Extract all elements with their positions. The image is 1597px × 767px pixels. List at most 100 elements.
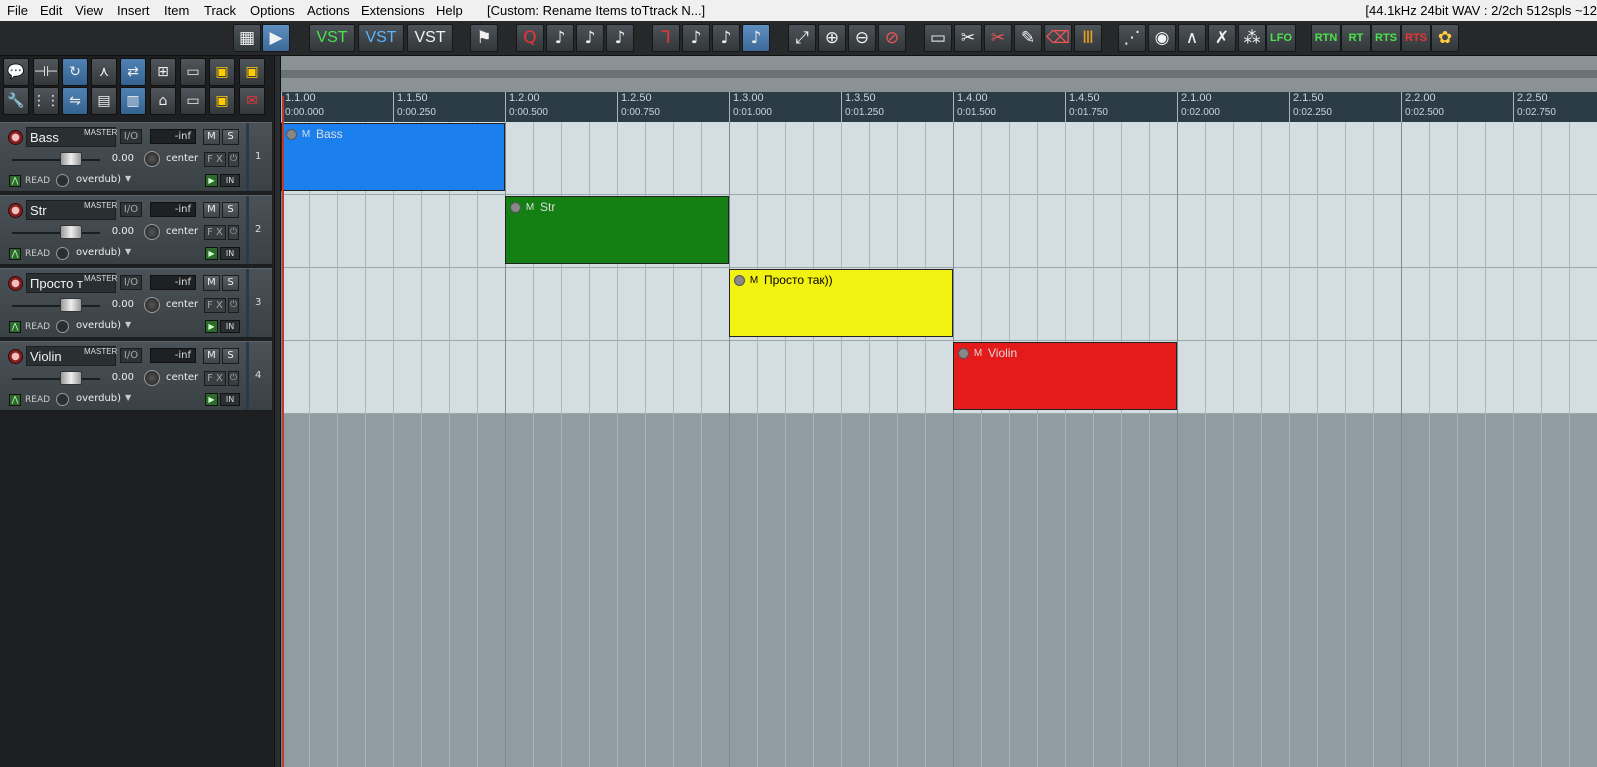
grid-icon[interactable]: ⋮⋮ <box>32 87 60 115</box>
item-mute[interactable]: M <box>524 202 536 214</box>
open-folder-icon[interactable]: ⌂ <box>150 87 176 115</box>
track-header[interactable]: ● Str MASTER I/O -inf M S 0.00 center F … <box>0 195 272 265</box>
track-lane[interactable] <box>281 341 1597 414</box>
media-item[interactable]: M Violin <box>953 342 1177 410</box>
save-close-icon[interactable]: ▣ <box>239 58 265 86</box>
fx-bypass-icon[interactable]: ⏻ <box>228 225 239 240</box>
monitor-icon[interactable] <box>56 247 69 260</box>
mute-button[interactable]: M <box>203 202 220 218</box>
io-button[interactable]: I/O <box>120 348 142 363</box>
fx-bypass-icon[interactable]: ⏻ <box>228 152 239 167</box>
media-item[interactable]: M Str <box>505 196 729 264</box>
note-icon[interactable]: ♪ <box>712 24 740 52</box>
record-arm-icon[interactable]: ● <box>8 130 23 145</box>
fx-button[interactable]: F X <box>204 298 226 313</box>
item-mute[interactable]: M <box>972 348 984 360</box>
zoom-in-icon[interactable]: ⊕ <box>818 24 846 52</box>
track-lane[interactable] <box>281 195 1597 268</box>
automation-mode[interactable]: READ <box>25 176 50 186</box>
menu-track[interactable]: Track <box>204 3 236 18</box>
envelope-icon[interactable]: ⋰ <box>1118 24 1146 52</box>
media-item[interactable]: M Просто так)) <box>729 269 953 337</box>
volume-fader-knob[interactable] <box>60 298 82 312</box>
comment-icon[interactable]: 💬 <box>3 58 29 86</box>
keyboard-icon[interactable]: ▥ <box>120 87 146 115</box>
run-icon[interactable]: ⚑ <box>470 24 498 52</box>
track-select-bar[interactable] <box>246 269 249 337</box>
mute-button[interactable]: M <box>203 275 220 291</box>
snap-icon[interactable]: ⇋ <box>62 87 88 115</box>
arrange-view[interactable]: 1.1.00 0:00.000 1.1.50 0:00.250 1.2.00 0:00.5… <box>281 56 1597 767</box>
glue-icon[interactable]: ▭ <box>924 24 952 52</box>
rtn-button[interactable]: RTN <box>1311 24 1341 52</box>
rts-red-button[interactable]: RTS <box>1401 24 1431 52</box>
input-play-icon[interactable]: ▶ <box>205 174 218 187</box>
input-label[interactable]: IN <box>220 247 240 260</box>
zoom-out-icon[interactable]: ⊖ <box>848 24 876 52</box>
save-icon[interactable]: ▣ <box>209 87 235 115</box>
render-icon[interactable]: ▶ <box>262 24 290 52</box>
menu-view[interactable]: View <box>75 3 103 18</box>
solo-button[interactable]: S <box>222 275 239 291</box>
rt-button[interactable]: RT <box>1341 24 1371 52</box>
record-arm-icon[interactable]: ● <box>8 276 23 291</box>
mixer-icon[interactable]: ⊞ <box>150 58 176 86</box>
track-header[interactable]: ● Просто т MASTER I/O -inf M S 0.00 cent… <box>0 268 272 338</box>
chevron-down-icon[interactable]: ▼ <box>125 247 131 256</box>
fx-button[interactable]: F X <box>204 371 226 386</box>
theme-palette-icon[interactable]: ✿ <box>1431 24 1459 52</box>
metronome-icon[interactable]: Ꞁ <box>652 24 680 52</box>
input-label[interactable]: IN <box>220 320 240 333</box>
vst-button-3[interactable]: VST <box>407 24 453 52</box>
note-icon[interactable]: ♪ <box>546 24 574 52</box>
solo-button[interactable]: S <box>222 348 239 364</box>
menu-item[interactable]: Item <box>164 3 189 18</box>
waveform-icon[interactable]: Ⅲ <box>1074 24 1102 52</box>
mute-button[interactable]: M <box>203 129 220 145</box>
media-item[interactable]: M Bass <box>281 123 505 191</box>
panel-divider[interactable] <box>274 56 281 767</box>
record-arm-icon[interactable]: ● <box>8 349 23 364</box>
note-icon[interactable]: ♪ <box>576 24 604 52</box>
chevron-down-icon[interactable]: ▼ <box>125 393 131 402</box>
quantize-icon[interactable]: Q <box>516 24 544 52</box>
pencil-icon[interactable]: ✎ <box>1014 24 1042 52</box>
fx-bypass-icon[interactable]: ⏻ <box>228 371 239 386</box>
menu-options[interactable]: Options <box>250 3 295 18</box>
chevron-down-icon[interactable]: ▼ <box>125 174 131 183</box>
input-play-icon[interactable]: ▶ <box>205 393 218 406</box>
vst-button-1[interactable]: VST <box>309 24 355 52</box>
folder-icon[interactable]: ▭ <box>180 87 206 115</box>
menu-file[interactable]: File <box>7 3 28 18</box>
note-icon[interactable]: ♪ <box>742 24 770 52</box>
automation-icon[interactable]: ⋀ <box>9 248 21 260</box>
envelope-random-icon[interactable]: ⁂ <box>1238 24 1266 52</box>
save-icon[interactable]: ▣ <box>209 58 235 86</box>
menu-extensions[interactable]: Extensions <box>361 3 425 18</box>
note-icon[interactable]: ♪ <box>606 24 634 52</box>
envelope-point-icon[interactable]: ∧ <box>1178 24 1206 52</box>
record-arm-icon[interactable]: ● <box>8 203 23 218</box>
chevron-down-icon[interactable]: ▼ <box>125 320 131 329</box>
fx-bypass-icon[interactable]: ⏻ <box>228 298 239 313</box>
track-select-bar[interactable] <box>246 342 249 410</box>
automation-icon[interactable]: ⋀ <box>9 321 21 333</box>
mute-button[interactable]: M <box>203 348 220 364</box>
menu-edit[interactable]: Edit <box>40 3 62 18</box>
ripple-icon[interactable]: ⋏ <box>91 58 117 86</box>
fx-button[interactable]: F X <box>204 225 226 240</box>
wrench-icon[interactable]: 🔧 <box>3 87 29 115</box>
zoom-reset-icon[interactable]: ⊘ <box>878 24 906 52</box>
track-header[interactable]: ● Violin MASTER I/O -inf M S 0.00 center… <box>0 341 272 411</box>
item-mute[interactable]: M <box>300 129 312 141</box>
item-mute[interactable]: M <box>748 275 760 287</box>
pan-knob[interactable] <box>144 224 160 240</box>
input-play-icon[interactable]: ▶ <box>205 320 218 333</box>
edit-cursor[interactable] <box>282 96 284 767</box>
note-icon[interactable]: ♪ <box>682 24 710 52</box>
track-header[interactable]: ● Bass MASTER I/O -inf M S 0.00 center F… <box>0 122 272 192</box>
menu-actions[interactable]: Actions <box>307 3 350 18</box>
monitor-icon[interactable] <box>56 320 69 333</box>
cpu-icon[interactable]: ▦ <box>233 24 261 52</box>
volume-fader-knob[interactable] <box>60 152 82 166</box>
